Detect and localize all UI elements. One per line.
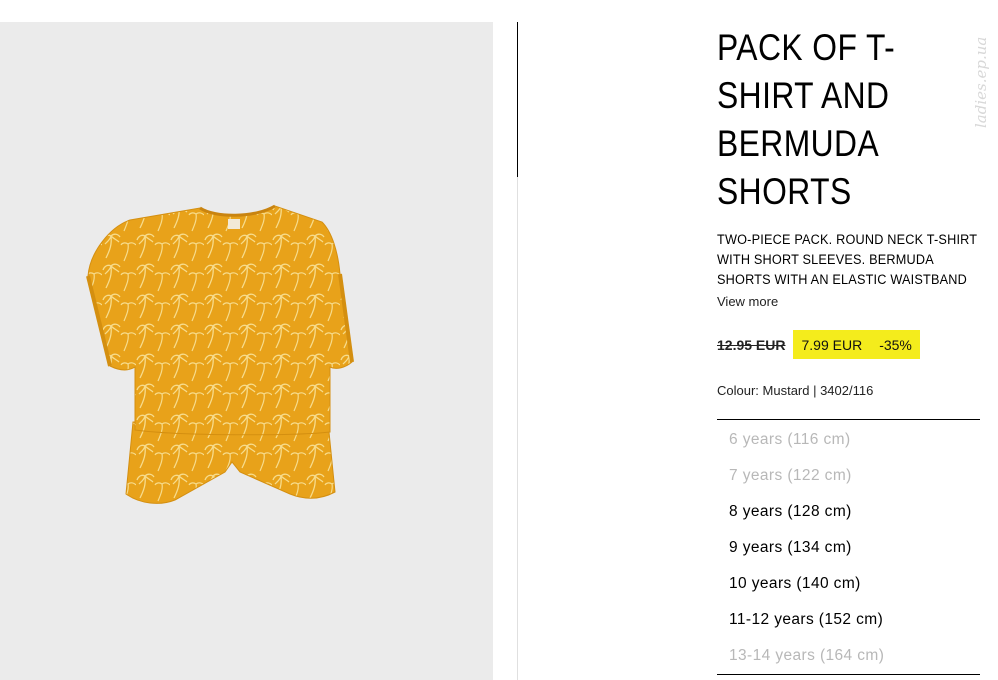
old-price: 12.95 EUR: [717, 336, 786, 353]
product-photo: [86, 204, 354, 504]
divider-line: [517, 22, 518, 177]
new-price: 7.99 EUR: [801, 336, 863, 353]
product-title-line: SHIRT AND: [717, 75, 890, 116]
size-option[interactable]: 8 years (128 cm): [717, 494, 980, 530]
divider-line-light: [517, 177, 518, 680]
product-title-line: PACK OF T-: [717, 27, 896, 68]
product-title-line: SHORTS: [717, 171, 852, 212]
size-option[interactable]: 10 years (140 cm): [717, 566, 980, 602]
sale-price-badge: 7.99 EUR -35%: [793, 330, 920, 359]
watermark: ladies.ep.ua: [972, 36, 990, 128]
product-image[interactable]: [0, 22, 493, 680]
product-info: PACK OF T- SHIRT AND BERMUDA SHORTS TWO-…: [717, 24, 983, 675]
size-option[interactable]: 13-14 years (164 cm): [717, 638, 980, 674]
colour-info: Colour: Mustard | 3402/116: [717, 383, 874, 398]
size-selector: 6 years (116 cm) 7 years (122 cm) 8 year…: [717, 419, 980, 675]
description-line: TWO-PIECE PACK. ROUND NECK T-SHIRT: [717, 232, 978, 247]
size-option[interactable]: 7 years (122 cm): [717, 458, 980, 494]
product-description: TWO-PIECE PACK. ROUND NECK T-SHIRT WITH …: [717, 230, 980, 290]
size-option[interactable]: 11-12 years (152 cm): [717, 602, 980, 638]
description-line: WITH SHORT SLEEVES. BERMUDA: [717, 252, 934, 267]
product-title: PACK OF T- SHIRT AND BERMUDA SHORTS: [717, 24, 975, 216]
price-row: 12.95 EUR 7.99 EUR -35%: [717, 330, 920, 359]
description-line: SHORTS WITH AN ELASTIC WAISTBAND: [717, 272, 967, 287]
size-option[interactable]: 6 years (116 cm): [717, 422, 980, 458]
product-title-line: BERMUDA: [717, 123, 880, 164]
view-more-link[interactable]: View more: [717, 294, 778, 309]
discount-percent: -35%: [879, 336, 912, 353]
size-option[interactable]: 9 years (134 cm): [717, 530, 980, 566]
